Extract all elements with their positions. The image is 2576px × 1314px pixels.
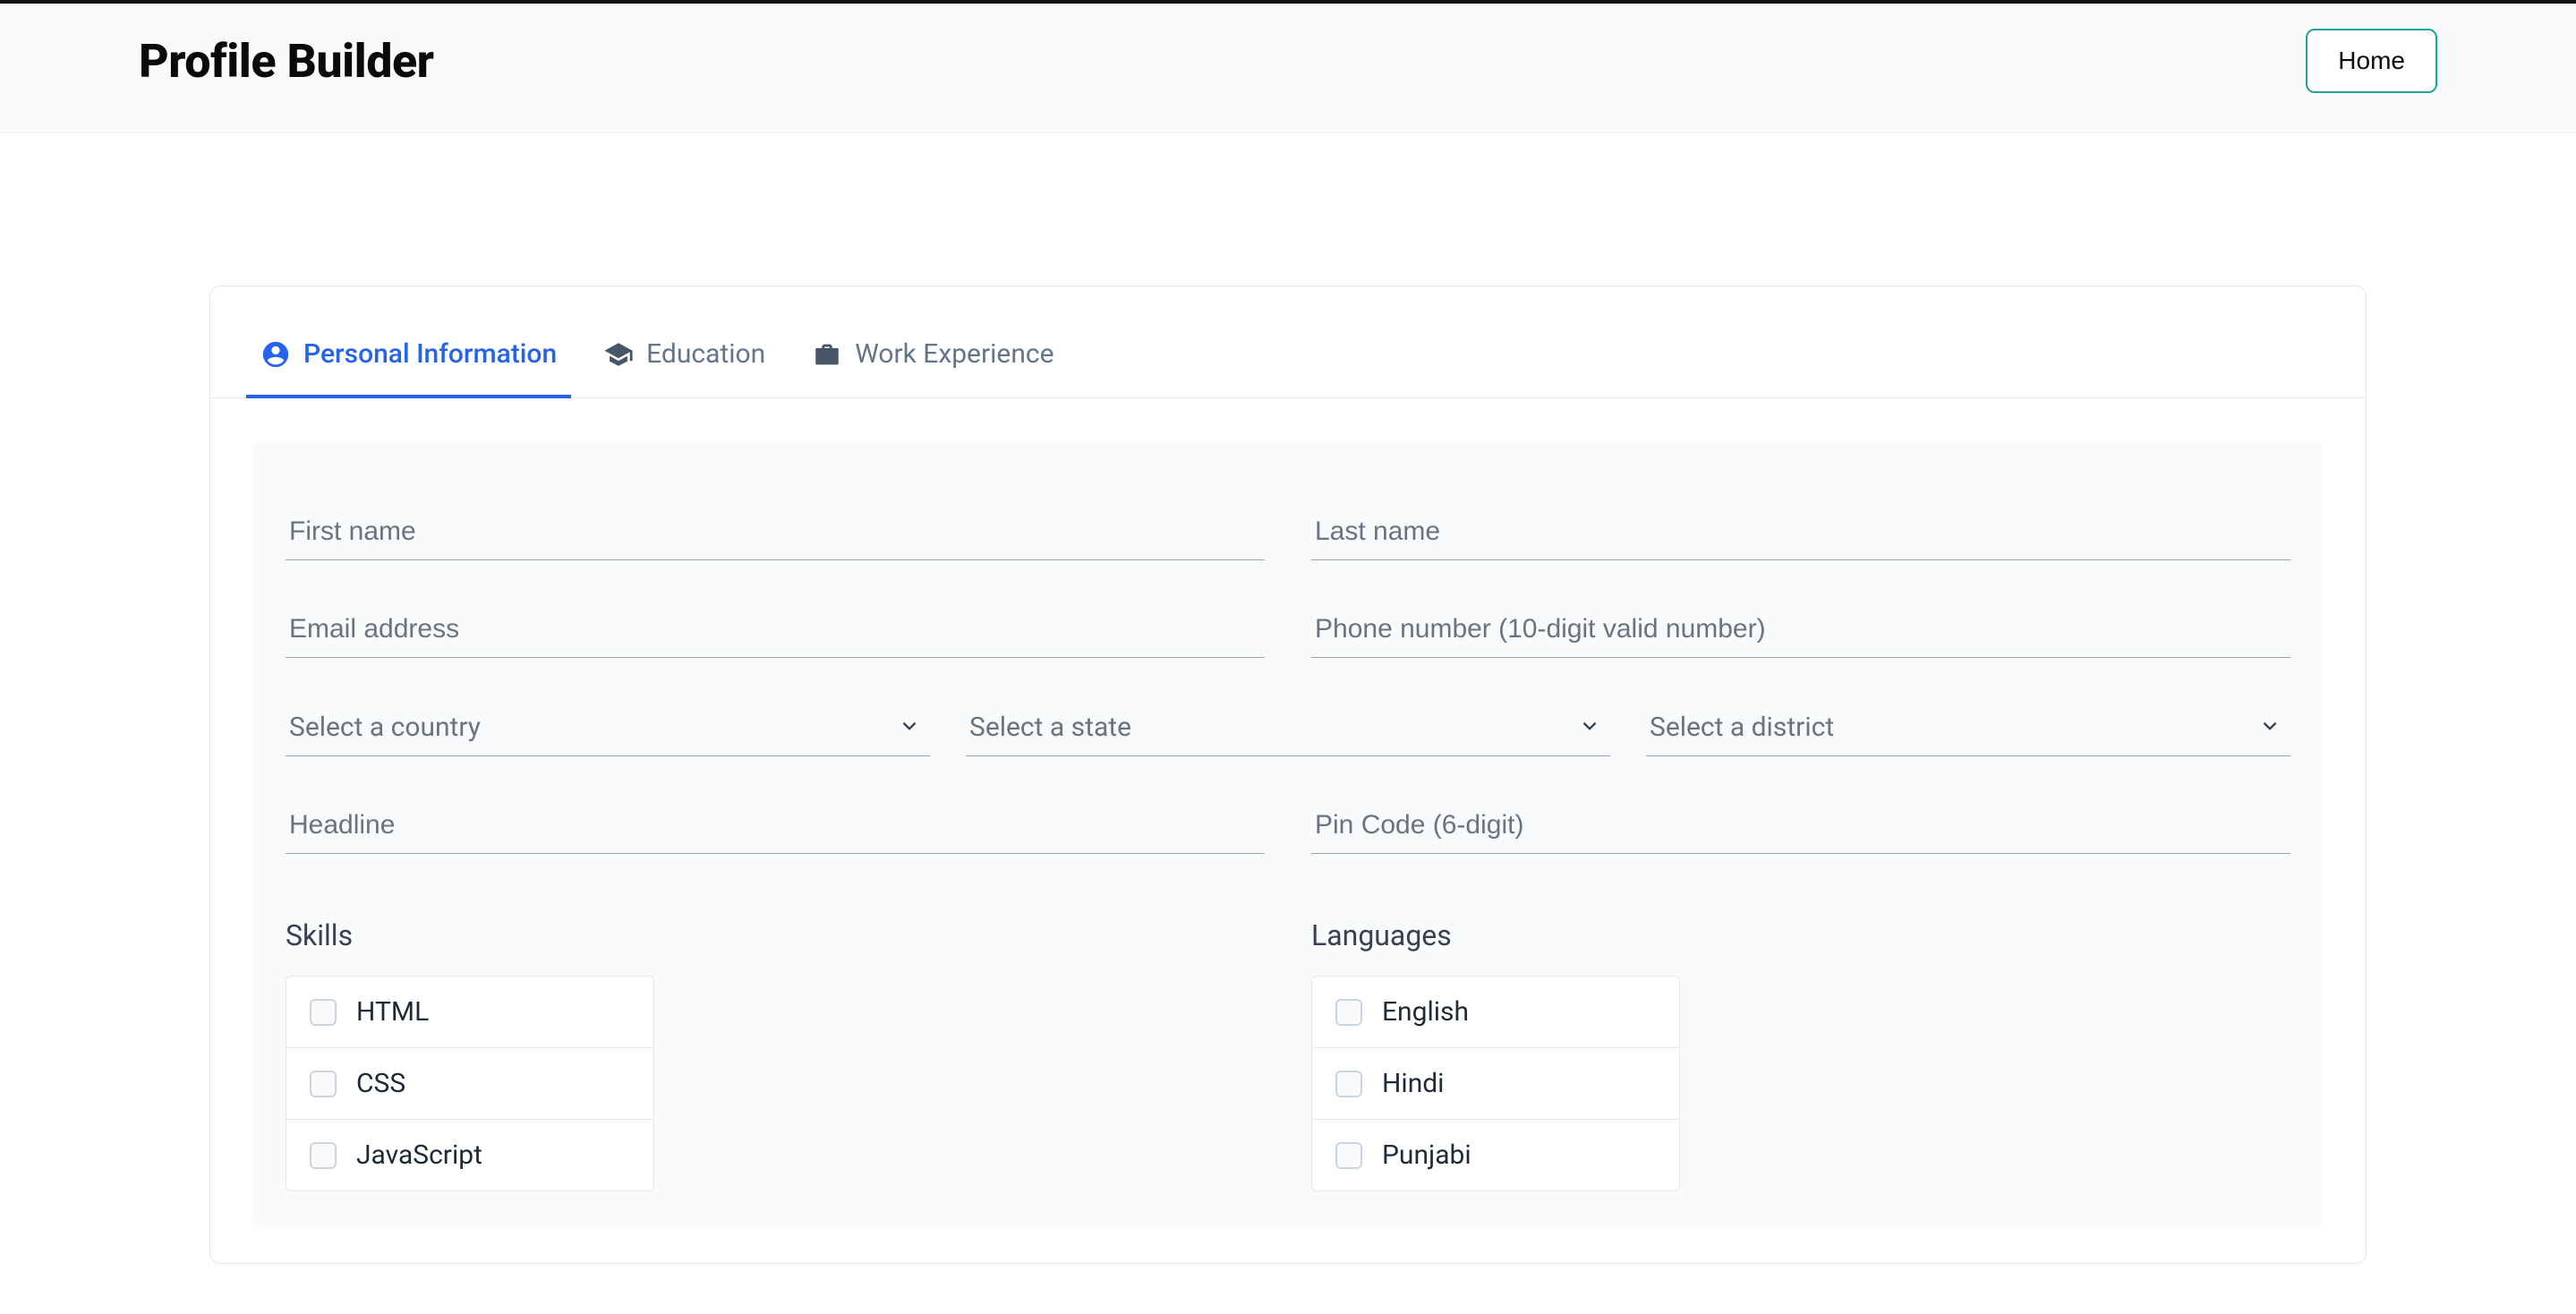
profile-card: Personal Information Education Work Expe… — [209, 286, 2367, 1264]
briefcase-icon — [812, 339, 842, 370]
skill-checkbox-css[interactable] — [310, 1071, 337, 1097]
list-item[interactable]: CSS — [286, 1048, 653, 1120]
skill-label: HTML — [356, 996, 429, 1028]
last-name-input[interactable] — [1311, 499, 2290, 560]
page-title: Profile Builder — [139, 34, 434, 89]
tab-label: Personal Information — [303, 338, 557, 370]
language-checkbox-punjabi[interactable] — [1335, 1142, 1362, 1169]
tab-label: Work Experience — [855, 338, 1053, 370]
language-label: English — [1382, 996, 1469, 1028]
app-header: Profile Builder Home — [0, 4, 2576, 133]
skill-checkbox-html[interactable] — [310, 999, 337, 1026]
languages-title: Languages — [1311, 918, 2290, 952]
email-input[interactable] — [286, 596, 1265, 658]
list-item[interactable]: JavaScript — [286, 1120, 653, 1190]
language-checkbox-english[interactable] — [1335, 999, 1362, 1026]
language-checkbox-hindi[interactable] — [1335, 1071, 1362, 1097]
country-select[interactable]: Select a country — [286, 694, 930, 756]
tabs-bar: Personal Information Education Work Expe… — [210, 286, 2366, 398]
list-item[interactable]: English — [1312, 977, 1679, 1048]
skill-label: JavaScript — [356, 1139, 482, 1171]
skill-checkbox-javascript[interactable] — [310, 1142, 337, 1169]
account-circle-icon — [260, 339, 291, 370]
skills-list: HTML CSS JavaScript — [286, 976, 654, 1191]
school-icon — [603, 339, 634, 370]
home-button[interactable]: Home — [2306, 29, 2437, 93]
first-name-input[interactable] — [286, 499, 1265, 560]
list-item[interactable]: HTML — [286, 977, 653, 1048]
language-label: Punjabi — [1382, 1139, 1471, 1171]
tab-education[interactable]: Education — [589, 322, 780, 398]
personal-info-panel: Select a country Select a state Select a… — [253, 441, 2323, 1227]
languages-group: Languages English Hindi Punjabi — [1311, 918, 2290, 1191]
state-select[interactable]: Select a state — [966, 694, 1610, 756]
languages-list: English Hindi Punjabi — [1311, 976, 1680, 1191]
skills-group: Skills HTML CSS JavaScript — [286, 918, 1265, 1191]
tab-label: Education — [646, 338, 765, 370]
list-item[interactable]: Punjabi — [1312, 1120, 1679, 1190]
tab-personal-information[interactable]: Personal Information — [246, 322, 571, 398]
pincode-input[interactable] — [1311, 792, 2290, 854]
headline-input[interactable] — [286, 792, 1265, 854]
skill-label: CSS — [356, 1068, 405, 1099]
district-select[interactable]: Select a district — [1646, 694, 2290, 756]
language-label: Hindi — [1382, 1068, 1444, 1099]
phone-input[interactable] — [1311, 596, 2290, 658]
list-item[interactable]: Hindi — [1312, 1048, 1679, 1120]
tab-work-experience[interactable]: Work Experience — [798, 322, 1068, 398]
skills-title: Skills — [286, 918, 1265, 952]
